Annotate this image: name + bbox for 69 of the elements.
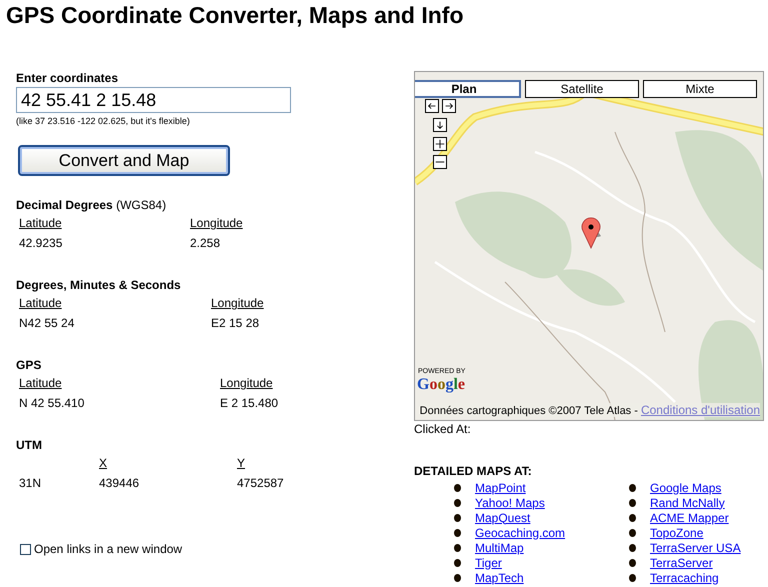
value-cell: 42.9235	[19, 236, 62, 250]
column-header: X	[99, 456, 108, 470]
checkbox[interactable]	[20, 544, 31, 554]
zoom-in-icon[interactable]	[433, 137, 447, 151]
value-cell: 31N	[19, 476, 42, 490]
value-cell: 2.258	[190, 236, 220, 250]
bullet-icon	[629, 558, 636, 566]
input-label: Enter coordinates	[16, 71, 118, 85]
bullet-icon	[454, 498, 461, 506]
column-header: Y	[237, 456, 246, 470]
bullet-icon	[454, 574, 461, 582]
map-pin-icon	[582, 217, 601, 248]
column-header: Latitude	[19, 376, 62, 390]
bullet-icon	[629, 484, 636, 492]
bullet-icon	[454, 558, 461, 566]
map-site-link[interactable]: TerraServer USA	[650, 540, 741, 554]
bullet-icon	[629, 574, 636, 582]
bullet-icon	[454, 528, 461, 536]
map-site-link[interactable]: ACME Mapper	[650, 510, 729, 524]
value-cell: 439446	[99, 476, 140, 490]
section-title: UTM	[16, 438, 42, 452]
map-site-link[interactable]: Geocaching.com	[475, 526, 566, 540]
column-header: Longitude	[190, 216, 243, 230]
map-site-link[interactable]: MapTech	[475, 570, 524, 584]
map-type-tab[interactable]: Satellite	[525, 80, 639, 98]
map-attribution: Données cartographiques ©2007 Tele Atlas - Conditions d'utilisation	[420, 403, 760, 417]
bullet-icon	[629, 528, 636, 536]
zoom-out-icon[interactable]	[433, 155, 447, 169]
bullet-icon	[454, 484, 461, 492]
value-cell: 4752587	[237, 476, 284, 490]
column-header: Latitude	[19, 216, 62, 230]
map-logo: Google	[417, 376, 466, 394]
column-header: Latitude	[19, 296, 62, 310]
checkbox-label: Open links in a new window	[34, 542, 182, 556]
value-cell: N 42 55.410	[19, 396, 84, 410]
map-site-link[interactable]: Terracaching	[650, 570, 719, 584]
input-hint: (like 37 23.516 -122 02.625, but it's flexible)	[16, 116, 190, 126]
value-cell: E2 15 28	[211, 316, 260, 330]
map-site-link[interactable]: Rand McNally	[650, 496, 725, 510]
pan-right-icon[interactable]	[442, 99, 456, 113]
map-type-tab[interactable]: Plan	[415, 80, 521, 98]
bullet-icon	[629, 544, 636, 552]
map-type-tab[interactable]: Mixte	[643, 80, 757, 98]
map-site-link[interactable]: MapQuest	[475, 510, 530, 524]
clicked-at-label: Clicked At:	[414, 422, 471, 436]
section-title: Degrees, Minutes & Seconds	[16, 278, 181, 292]
bullet-icon	[629, 514, 636, 522]
coordinates-input-field[interactable]: 42 55.41 2 15.48	[16, 87, 291, 113]
map-site-link[interactable]: MultiMap	[475, 540, 524, 554]
column-header: Longitude	[220, 376, 273, 390]
column-header: Longitude	[211, 296, 264, 310]
map-site-link[interactable]: Yahoo! Maps	[475, 496, 545, 510]
map-site-link[interactable]: Tiger	[475, 556, 502, 570]
section-title: Decimal Degrees (WGS84)	[16, 198, 166, 212]
value-cell: N42 55 24	[19, 316, 74, 330]
map-site-link[interactable]: MapPoint	[475, 480, 526, 494]
convert-button[interactable]: Convert and Map	[18, 145, 230, 176]
bullet-icon	[629, 498, 636, 506]
map-site-link[interactable]: Google Maps	[650, 480, 722, 494]
pan-left-icon[interactable]	[425, 99, 439, 113]
bullet-icon	[454, 514, 461, 522]
map-site-link[interactable]: TerraServer	[650, 556, 713, 570]
value-cell: E 2 15.480	[220, 396, 278, 410]
detailed-maps-title: DETAILED MAPS AT:	[414, 464, 532, 478]
page-title: GPS Coordinate Converter, Maps and Info	[5, 1, 465, 30]
section-title: GPS	[16, 358, 42, 372]
map-site-link[interactable]: TopoZone	[650, 526, 704, 540]
bullet-icon	[454, 544, 461, 552]
pan-down-icon[interactable]	[433, 118, 447, 132]
